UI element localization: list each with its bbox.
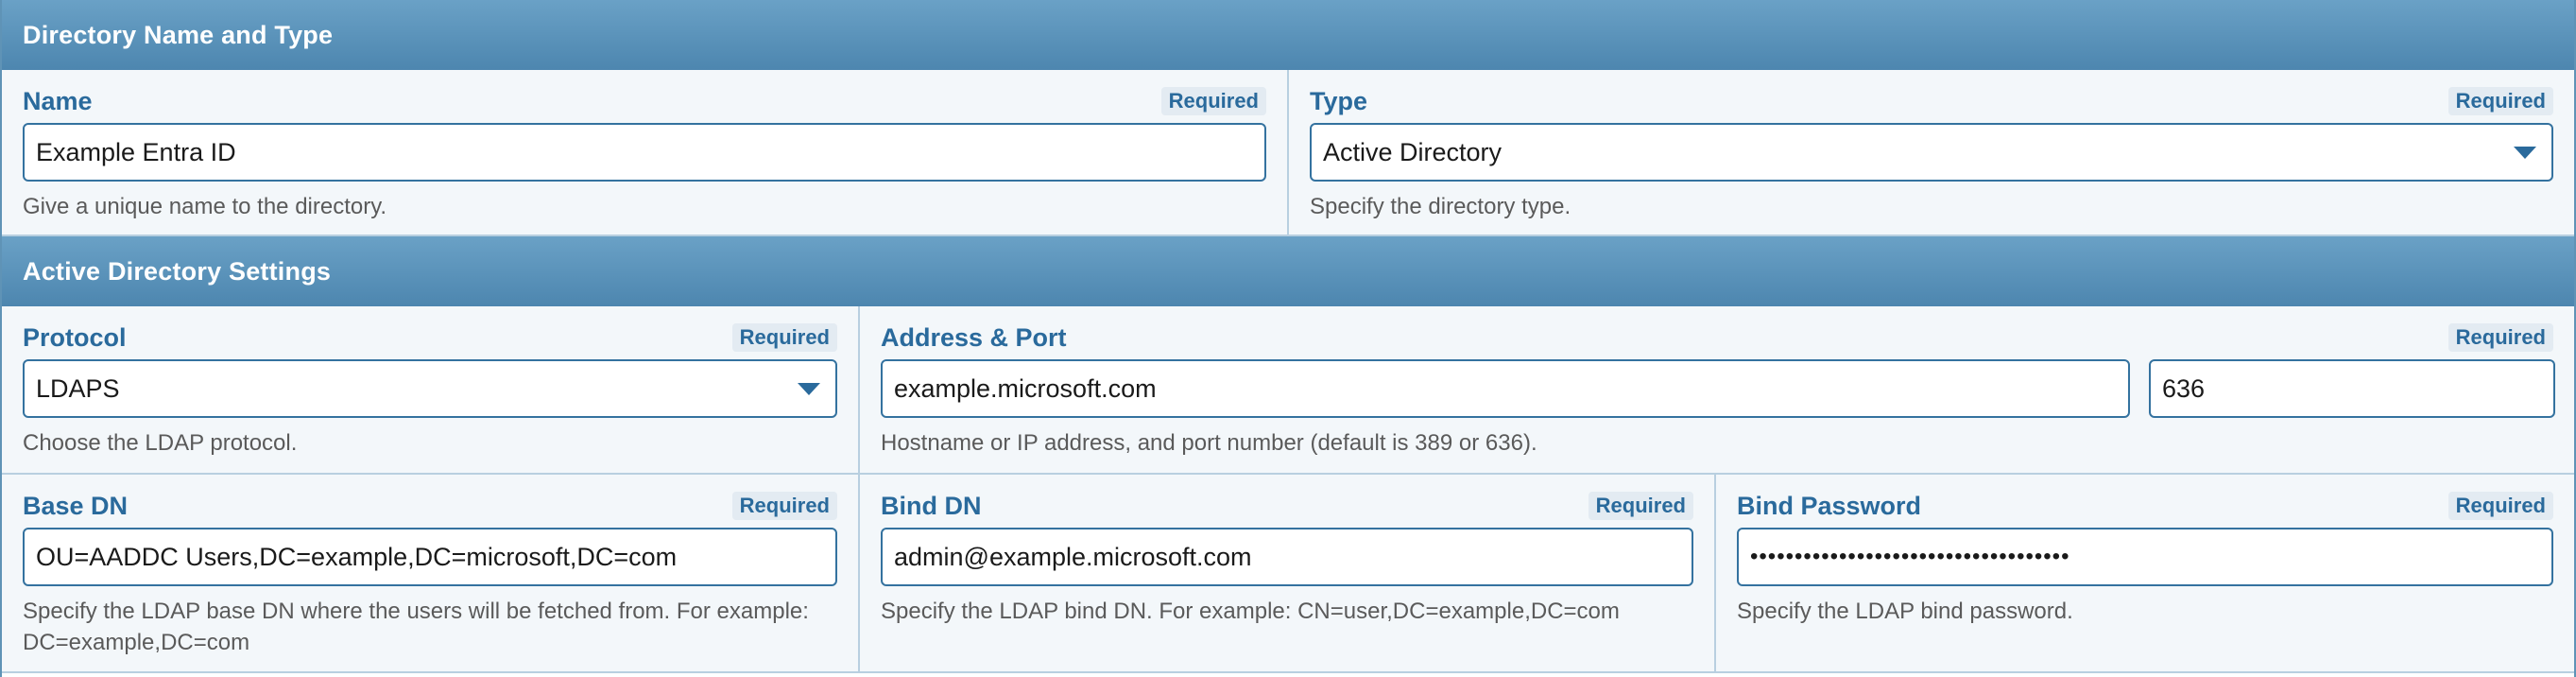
base-dn-input[interactable]: OU=AADDC Users,DC=example,DC=microsoft,D… [23, 528, 837, 586]
type-select-value: Active Directory [1323, 137, 1503, 166]
help-text-base-dn: Specify the LDAP base DN where the users… [23, 599, 809, 655]
name-input-value: Example Entra ID [36, 137, 236, 166]
field-head: Base DN Required [23, 490, 837, 522]
help-text-protocol: Choose the LDAP protocol. [23, 430, 298, 456]
required-badge: Required [1588, 492, 1693, 520]
field-head: Protocol Required [23, 321, 837, 354]
chevron-down-icon[interactable] [2514, 147, 2536, 159]
field-label-bind-dn: Bind DN [881, 491, 982, 520]
base-dn-input-value: OU=AADDC Users,DC=example,DC=microsoft,D… [36, 542, 678, 571]
required-badge: Required [2447, 87, 2553, 115]
help-text-address-port: Hostname or IP address, and port number … [881, 430, 1537, 456]
chevron-down-icon[interactable] [798, 383, 820, 395]
field-type: Type Required Active Directory Specify t… [1287, 70, 2574, 234]
section-header-directory: Directory Name and Type [2, 0, 2574, 70]
section-header-ad-settings: Active Directory Settings [2, 236, 2574, 306]
required-badge: Required [1160, 87, 1266, 115]
row-dn-password: Base DN Required OU=AADDC Users,DC=examp… [2, 475, 2574, 673]
field-label-name: Name [23, 86, 93, 115]
field-label-type: Type [1310, 86, 1368, 115]
address-input-value: example.microsoft.com [894, 373, 1157, 403]
field-head: Bind DN Required [881, 490, 1693, 522]
help-text-type: Specify the directory type. [1310, 194, 1571, 219]
help-text-bind-password: Specify the LDAP bind password. [1737, 599, 2073, 624]
field-address-port: Address & Port Required example.microsof… [858, 306, 2574, 473]
field-bind-dn: Bind DN Required admin@example.microsoft… [858, 475, 1714, 671]
field-label-base-dn: Base DN [23, 491, 129, 520]
section-title: Directory Name and Type [23, 20, 334, 49]
required-badge: Required [2447, 323, 2553, 352]
port-input-value: 636 [2162, 373, 2206, 403]
address-input[interactable]: example.microsoft.com [881, 359, 2130, 418]
required-badge: Required [731, 323, 837, 352]
field-head: Name Required [23, 85, 1266, 117]
field-head: Address & Port Required [881, 321, 2553, 354]
field-label-address-port: Address & Port [881, 322, 1067, 352]
required-badge: Required [2447, 492, 2553, 520]
field-bind-password: Bind Password Required •••••••••••••••••… [1714, 475, 2574, 671]
field-label-bind-password: Bind Password [1737, 491, 1922, 520]
row-protocol-address: Protocol Required LDAPS Choose the LDAP … [2, 306, 2574, 475]
required-badge: Required [731, 492, 837, 520]
field-protocol: Protocol Required LDAPS Choose the LDAP … [2, 306, 858, 473]
port-input[interactable]: 636 [2149, 359, 2555, 418]
name-input[interactable]: Example Entra ID [23, 123, 1266, 182]
field-name: Name Required Example Entra ID Give a un… [2, 70, 1287, 234]
help-text-bind-dn: Specify the LDAP bind DN. For example: C… [881, 599, 1620, 624]
row-name-type: Name Required Example Entra ID Give a un… [2, 70, 2574, 236]
type-select[interactable]: Active Directory [1310, 123, 2553, 182]
protocol-select[interactable]: LDAPS [23, 359, 837, 418]
field-base-dn: Base DN Required OU=AADDC Users,DC=examp… [2, 475, 858, 671]
bind-password-input[interactable]: •••••••••••••••••••••••••••••••••••• [1737, 528, 2553, 586]
directory-form-panel: Directory Name and Type Name Required Ex… [0, 0, 2576, 677]
field-head: Type Required [1310, 85, 2553, 117]
section-title: Active Directory Settings [23, 256, 332, 286]
protocol-select-value: LDAPS [36, 373, 120, 403]
field-head: Bind Password Required [1737, 490, 2553, 522]
bind-password-input-value: •••••••••••••••••••••••••••••••••••• [1750, 544, 2070, 569]
help-text-name: Give a unique name to the directory. [23, 194, 387, 219]
field-label-protocol: Protocol [23, 322, 127, 352]
bind-dn-input-value: admin@example.microsoft.com [894, 542, 1252, 571]
bind-dn-input[interactable]: admin@example.microsoft.com [881, 528, 1693, 586]
